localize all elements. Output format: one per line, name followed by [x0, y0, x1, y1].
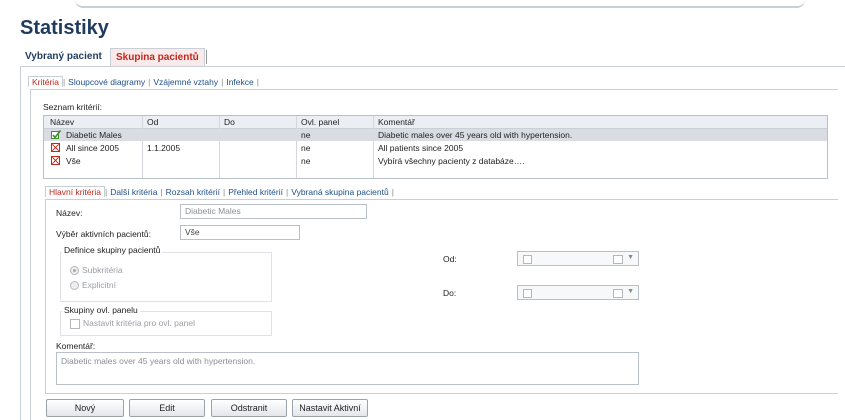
check-icon: [51, 130, 61, 139]
tab-more-criteria[interactable]: Další kritéria: [107, 187, 160, 197]
panel-criteria-checkbox[interactable]: Nastavit kritéria pro ovl. panel: [70, 318, 195, 329]
tab-selected-patient[interactable]: Vybraný pacient: [20, 48, 107, 66]
cell-panel: ne: [301, 143, 311, 153]
col-comment[interactable]: Komentář: [378, 116, 415, 128]
table-row[interactable]: Diabetic Males ne Diabetic males over 45…: [44, 129, 827, 141]
cell-comment: Vybírá všechny pacienty z databáze….: [378, 156, 525, 166]
tab-bar-charts[interactable]: Sloupcové diagramy: [65, 77, 148, 87]
tab-criteria-overview[interactable]: Přehled kritérií: [225, 187, 286, 197]
col-from[interactable]: Od: [147, 116, 158, 128]
set-active-button[interactable]: Nastavit Aktivní: [292, 399, 368, 417]
cell-comment: Diabetic males over 45 years old with hy…: [378, 130, 573, 140]
chevron-down-icon[interactable]: ▼: [627, 288, 634, 295]
col-to[interactable]: Do: [224, 116, 235, 128]
cell-name: All since 2005: [66, 143, 119, 153]
new-button[interactable]: Nový: [46, 399, 124, 417]
active-patients-select[interactable]: Vše: [180, 225, 300, 240]
tab-relations[interactable]: Vzájemné vztahy: [150, 77, 221, 87]
checkbox-icon: [70, 318, 80, 329]
radio-subcriteria[interactable]: Subkritéria: [70, 265, 123, 276]
from-date-picker[interactable]: ▼: [517, 251, 639, 266]
date-enable-checkbox[interactable]: [523, 255, 532, 264]
window-top-edge: [75, 0, 805, 8]
cell-panel: ne: [301, 156, 311, 166]
col-name[interactable]: Název: [50, 116, 74, 128]
tab-infections[interactable]: Infekce: [223, 77, 256, 87]
panel-groups-label: Skupiny ovl. panelu: [62, 305, 140, 315]
comment-textarea[interactable]: Diabetic males over 45 years old with hy…: [56, 352, 639, 385]
tab-patient-group[interactable]: Skupina pacientů: [110, 48, 205, 66]
radio-subcriteria-label: Subkritéria: [82, 265, 123, 275]
edit-button[interactable]: Edit: [129, 399, 205, 417]
tab-criteria[interactable]: Kritéria: [28, 76, 63, 87]
radio-selected-icon: [70, 266, 79, 276]
cell-panel: ne: [301, 130, 311, 140]
cell-from: 1.1.2005: [147, 143, 181, 153]
radio-explicit-label: Explicitní: [82, 280, 117, 290]
date-enable-checkbox[interactable]: [523, 289, 532, 298]
to-date-picker[interactable]: ▼: [517, 285, 639, 300]
col-panel[interactable]: Ovl. panel: [301, 116, 339, 128]
chevron-down-icon[interactable]: ▼: [627, 254, 634, 261]
x-icon: [51, 156, 60, 165]
detail-tab-bar: Hlavní kritéria | Další kritéria | Rozsah kr…: [45, 185, 394, 199]
group-definition-label: Definice skupiny pacientů: [62, 245, 163, 255]
active-patients-label: Výběr aktivních pacientů:: [56, 229, 151, 239]
group-definition-box: [60, 252, 272, 302]
radio-explicit[interactable]: Explicitní: [70, 280, 117, 291]
table-header: Název Od Do Ovl. panel Komentář: [44, 116, 827, 129]
to-label: Do:: [443, 288, 457, 298]
sub-tab-bar: Kritéria | Sloupcové diagramy | Vzájemné vzt…: [28, 75, 259, 89]
page-title: Statistiky: [20, 17, 109, 39]
from-label: Od:: [443, 254, 457, 264]
name-field[interactable]: Diabetic Males: [180, 204, 367, 219]
cell-comment: All patients since 2005: [378, 143, 464, 153]
tab-separator: [206, 50, 207, 64]
criteria-list-label: Seznam kritérií:: [43, 102, 103, 112]
table-row[interactable]: All since 2005 1.1.2005 ne All patients …: [44, 142, 827, 154]
cell-name: Vše: [66, 156, 81, 166]
panel-criteria-checkbox-label: Nastavit kritéria pro ovl. panel: [83, 318, 195, 328]
calendar-icon[interactable]: [613, 255, 623, 264]
radio-icon: [70, 281, 79, 291]
tab-selected-group[interactable]: Vybraná skupina pacientů: [288, 187, 392, 197]
x-icon: [51, 143, 60, 152]
calendar-icon[interactable]: [613, 289, 623, 298]
cell-name: Diabetic Males: [66, 130, 122, 140]
comment-label: Komentář:: [56, 341, 96, 351]
tab-main-criteria[interactable]: Hlavní kritéria: [45, 186, 105, 197]
name-label: Název:: [56, 208, 83, 218]
tab-criteria-range[interactable]: Rozsah kritérií: [163, 187, 223, 197]
criteria-table: Název Od Do Ovl. panel Komentář Diabetic…: [43, 115, 828, 179]
table-row[interactable]: Vše ne Vybírá všechny pacienty z databáz…: [44, 155, 827, 167]
delete-button[interactable]: Odstranit: [211, 399, 287, 417]
